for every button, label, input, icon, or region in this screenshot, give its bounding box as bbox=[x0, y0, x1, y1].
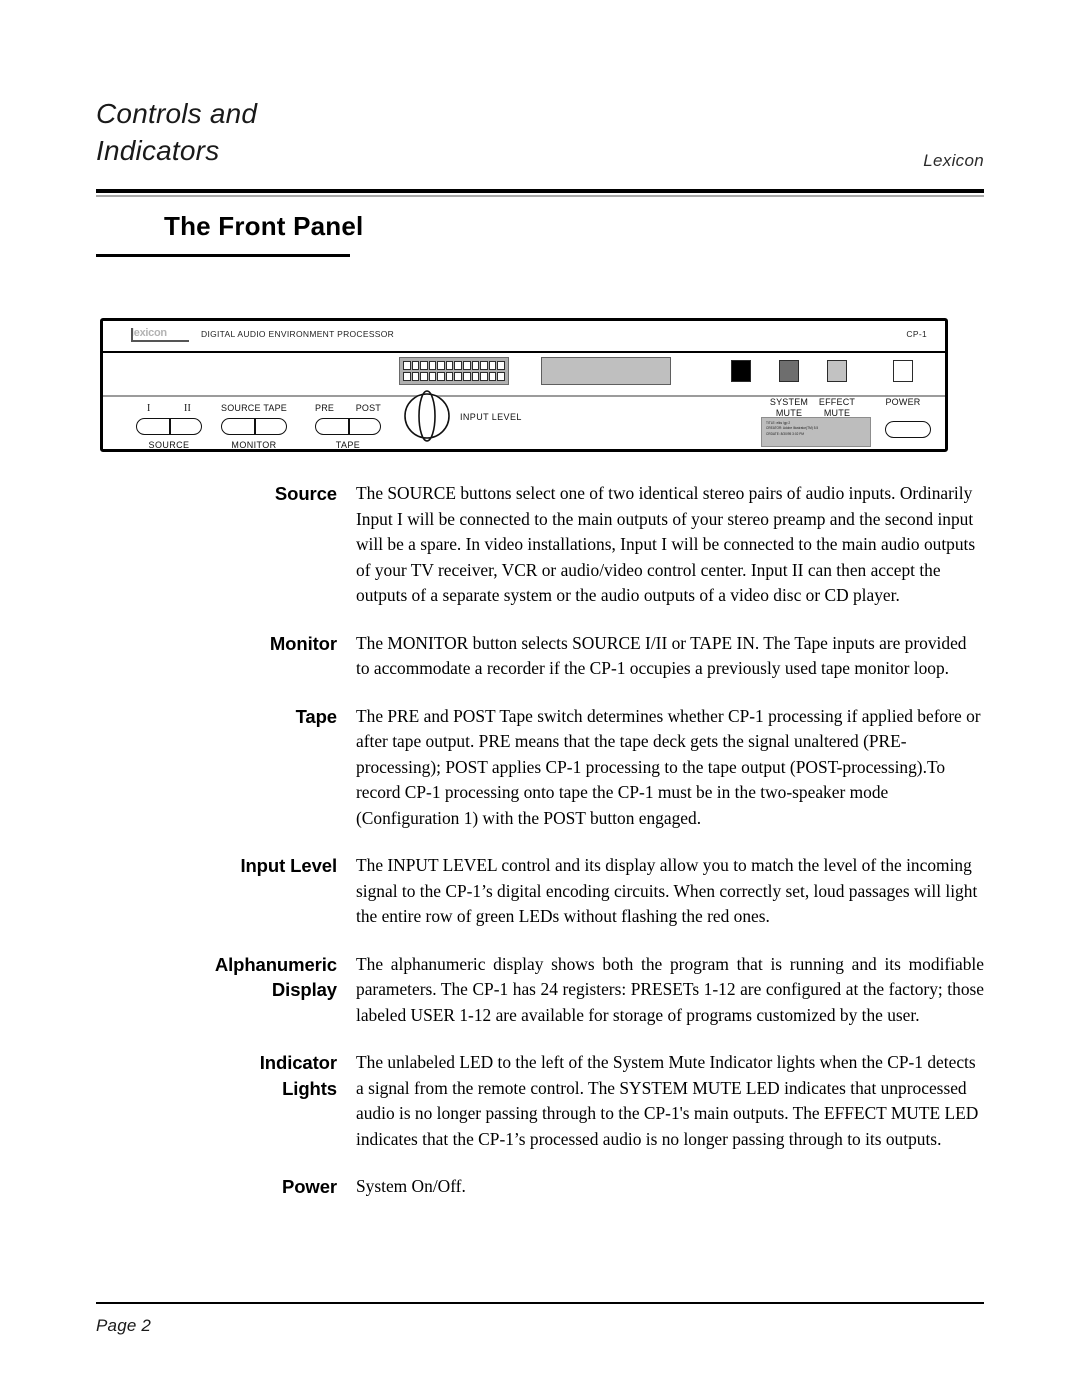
footer-page-label: Page 2 bbox=[96, 1316, 152, 1335]
definition-term: Input Level bbox=[240, 855, 337, 876]
led-segment bbox=[428, 372, 437, 381]
front-panel-illustration: lexicon DIGITAL AUDIO ENVIRONMENT PROCES… bbox=[100, 318, 948, 452]
tape-label-pre: PRE bbox=[315, 403, 335, 413]
panel-subtitle: DIGITAL AUDIO ENVIRONMENT PROCESSOR bbox=[201, 329, 395, 339]
tape-button-labels: PRE POST bbox=[315, 403, 381, 413]
input-level-knob[interactable] bbox=[403, 390, 451, 447]
effect-mute-led-indicator bbox=[827, 360, 847, 382]
led-segment bbox=[497, 372, 505, 381]
source-button-group: I II SOURCE bbox=[136, 403, 202, 450]
definition-description: The INPUT LEVEL control and its display … bbox=[356, 855, 978, 926]
definition-term: Source bbox=[274, 483, 337, 504]
power-led-indicator bbox=[893, 360, 913, 382]
led-segment bbox=[480, 361, 488, 370]
definition-term: Power bbox=[281, 1176, 337, 1197]
power-caption: POWER bbox=[885, 397, 921, 407]
system-mute-led-indicator bbox=[779, 360, 799, 382]
definition-term: Alphanumeric Display bbox=[214, 953, 337, 1001]
source-group-label: SOURCE bbox=[148, 440, 190, 450]
eps-metadata-stamp: TITLE: elks /gp 2 CREATOR: Adobe Illustr… bbox=[761, 417, 871, 447]
definition-description: The MONITOR button selects SOURCE I/II o… bbox=[356, 632, 967, 679]
definition-row-input-level: Input Level The INPUT LEVEL control and … bbox=[96, 853, 984, 930]
section-underline bbox=[96, 254, 350, 257]
led-segment bbox=[488, 372, 497, 381]
led-segment bbox=[445, 372, 454, 381]
led-segment bbox=[403, 361, 411, 370]
definition-description: System On/Off. bbox=[356, 1176, 466, 1196]
tape-group-label: TAPE bbox=[335, 440, 361, 450]
led-segment bbox=[454, 361, 463, 370]
monitor-button-pair[interactable] bbox=[221, 418, 287, 435]
definition-description: The PRE and POST Tape switch determines … bbox=[356, 705, 981, 828]
input-level-led-meter bbox=[399, 357, 509, 385]
led-meter-row-bottom bbox=[403, 372, 505, 381]
remote-led-indicator bbox=[731, 360, 751, 382]
tape-button-split bbox=[348, 419, 350, 434]
led-segment bbox=[445, 361, 454, 370]
logo-bar-horizontal bbox=[131, 340, 189, 342]
section-title: The Front Panel bbox=[164, 211, 364, 241]
input-level-knob-label: INPUT LEVEL bbox=[460, 412, 522, 422]
definition-row-source: Source The SOURCE buttons select one of … bbox=[96, 481, 984, 609]
monitor-button-split bbox=[254, 419, 256, 434]
monitor-button-group: SOURCE TAPE MONITOR bbox=[221, 403, 287, 450]
monitor-label-source: SOURCE bbox=[221, 403, 261, 413]
header-rule-light bbox=[96, 195, 984, 197]
panel-divider-top bbox=[103, 351, 945, 353]
definition-row-tape: Tape The PRE and POST Tape switch determ… bbox=[96, 704, 984, 832]
led-segment bbox=[454, 372, 463, 381]
monitor-label-tape: TAPE bbox=[263, 403, 287, 413]
source-button-pair[interactable] bbox=[136, 418, 202, 435]
definition-row-indicator-lights: Indicator Lights The unlabeled LED to th… bbox=[96, 1050, 984, 1152]
led-segment bbox=[411, 372, 420, 381]
led-segment bbox=[471, 361, 480, 370]
led-segment bbox=[497, 361, 505, 370]
lexicon-logo-icon: lexicon bbox=[131, 327, 189, 343]
power-button[interactable] bbox=[885, 421, 931, 438]
definition-term: Indicator Lights bbox=[259, 1052, 337, 1099]
led-segment bbox=[480, 372, 488, 381]
definition-term: Monitor bbox=[269, 632, 337, 654]
definition-description: The alphanumeric display shows both the … bbox=[356, 953, 984, 1025]
logo-wordmark: lexicon bbox=[131, 327, 167, 339]
page-header: Controls and Indicators Lexicon bbox=[96, 95, 984, 170]
led-segment bbox=[428, 361, 437, 370]
led-segment bbox=[488, 361, 497, 370]
tape-button-pair[interactable] bbox=[315, 418, 381, 435]
alphanumeric-display bbox=[541, 357, 671, 385]
definition-list: Source The SOURCE buttons select one of … bbox=[96, 481, 984, 1222]
footer-rule bbox=[96, 1302, 984, 1304]
definition-row-monitor: Monitor The MONITOR button selects SOURC… bbox=[96, 631, 984, 682]
led-segment bbox=[420, 361, 428, 370]
source-label-ii: II bbox=[183, 403, 191, 414]
source-button-split bbox=[169, 419, 171, 434]
led-segment bbox=[471, 372, 480, 381]
led-segment bbox=[463, 361, 471, 370]
led-meter-row-top bbox=[403, 361, 505, 370]
led-segment bbox=[463, 372, 471, 381]
led-segment bbox=[403, 372, 411, 381]
definition-row-alphanumeric-display: Alphanumeric Display The alphanumeric di… bbox=[96, 952, 984, 1029]
led-segment bbox=[411, 361, 420, 370]
chapter-title: Controls and Indicators bbox=[96, 98, 258, 166]
led-segment bbox=[437, 361, 445, 370]
definition-description: The unlabeled LED to the left of the Sys… bbox=[356, 1052, 979, 1149]
led-segment bbox=[420, 372, 428, 381]
definition-term: Tape bbox=[295, 705, 338, 727]
monitor-button-labels: SOURCE TAPE bbox=[221, 403, 287, 413]
input-level-knob-icon bbox=[404, 390, 450, 442]
effect-mute-caption: EFFECT MUTE bbox=[818, 397, 856, 418]
source-label-i: I bbox=[147, 403, 151, 414]
brand-mark: Lexicon bbox=[923, 151, 984, 170]
definition-description: The SOURCE buttons select one of two ide… bbox=[356, 483, 976, 605]
led-segment bbox=[437, 372, 445, 381]
definition-row-power: Power System On/Off. bbox=[96, 1174, 984, 1200]
monitor-group-label: MONITOR bbox=[231, 440, 277, 450]
header-rule-heavy bbox=[96, 189, 984, 193]
tape-button-group: PRE POST TAPE bbox=[315, 403, 381, 450]
tape-label-post: POST bbox=[355, 403, 381, 413]
panel-model-label: CP-1 bbox=[906, 329, 927, 339]
source-button-labels: I II bbox=[136, 403, 202, 414]
